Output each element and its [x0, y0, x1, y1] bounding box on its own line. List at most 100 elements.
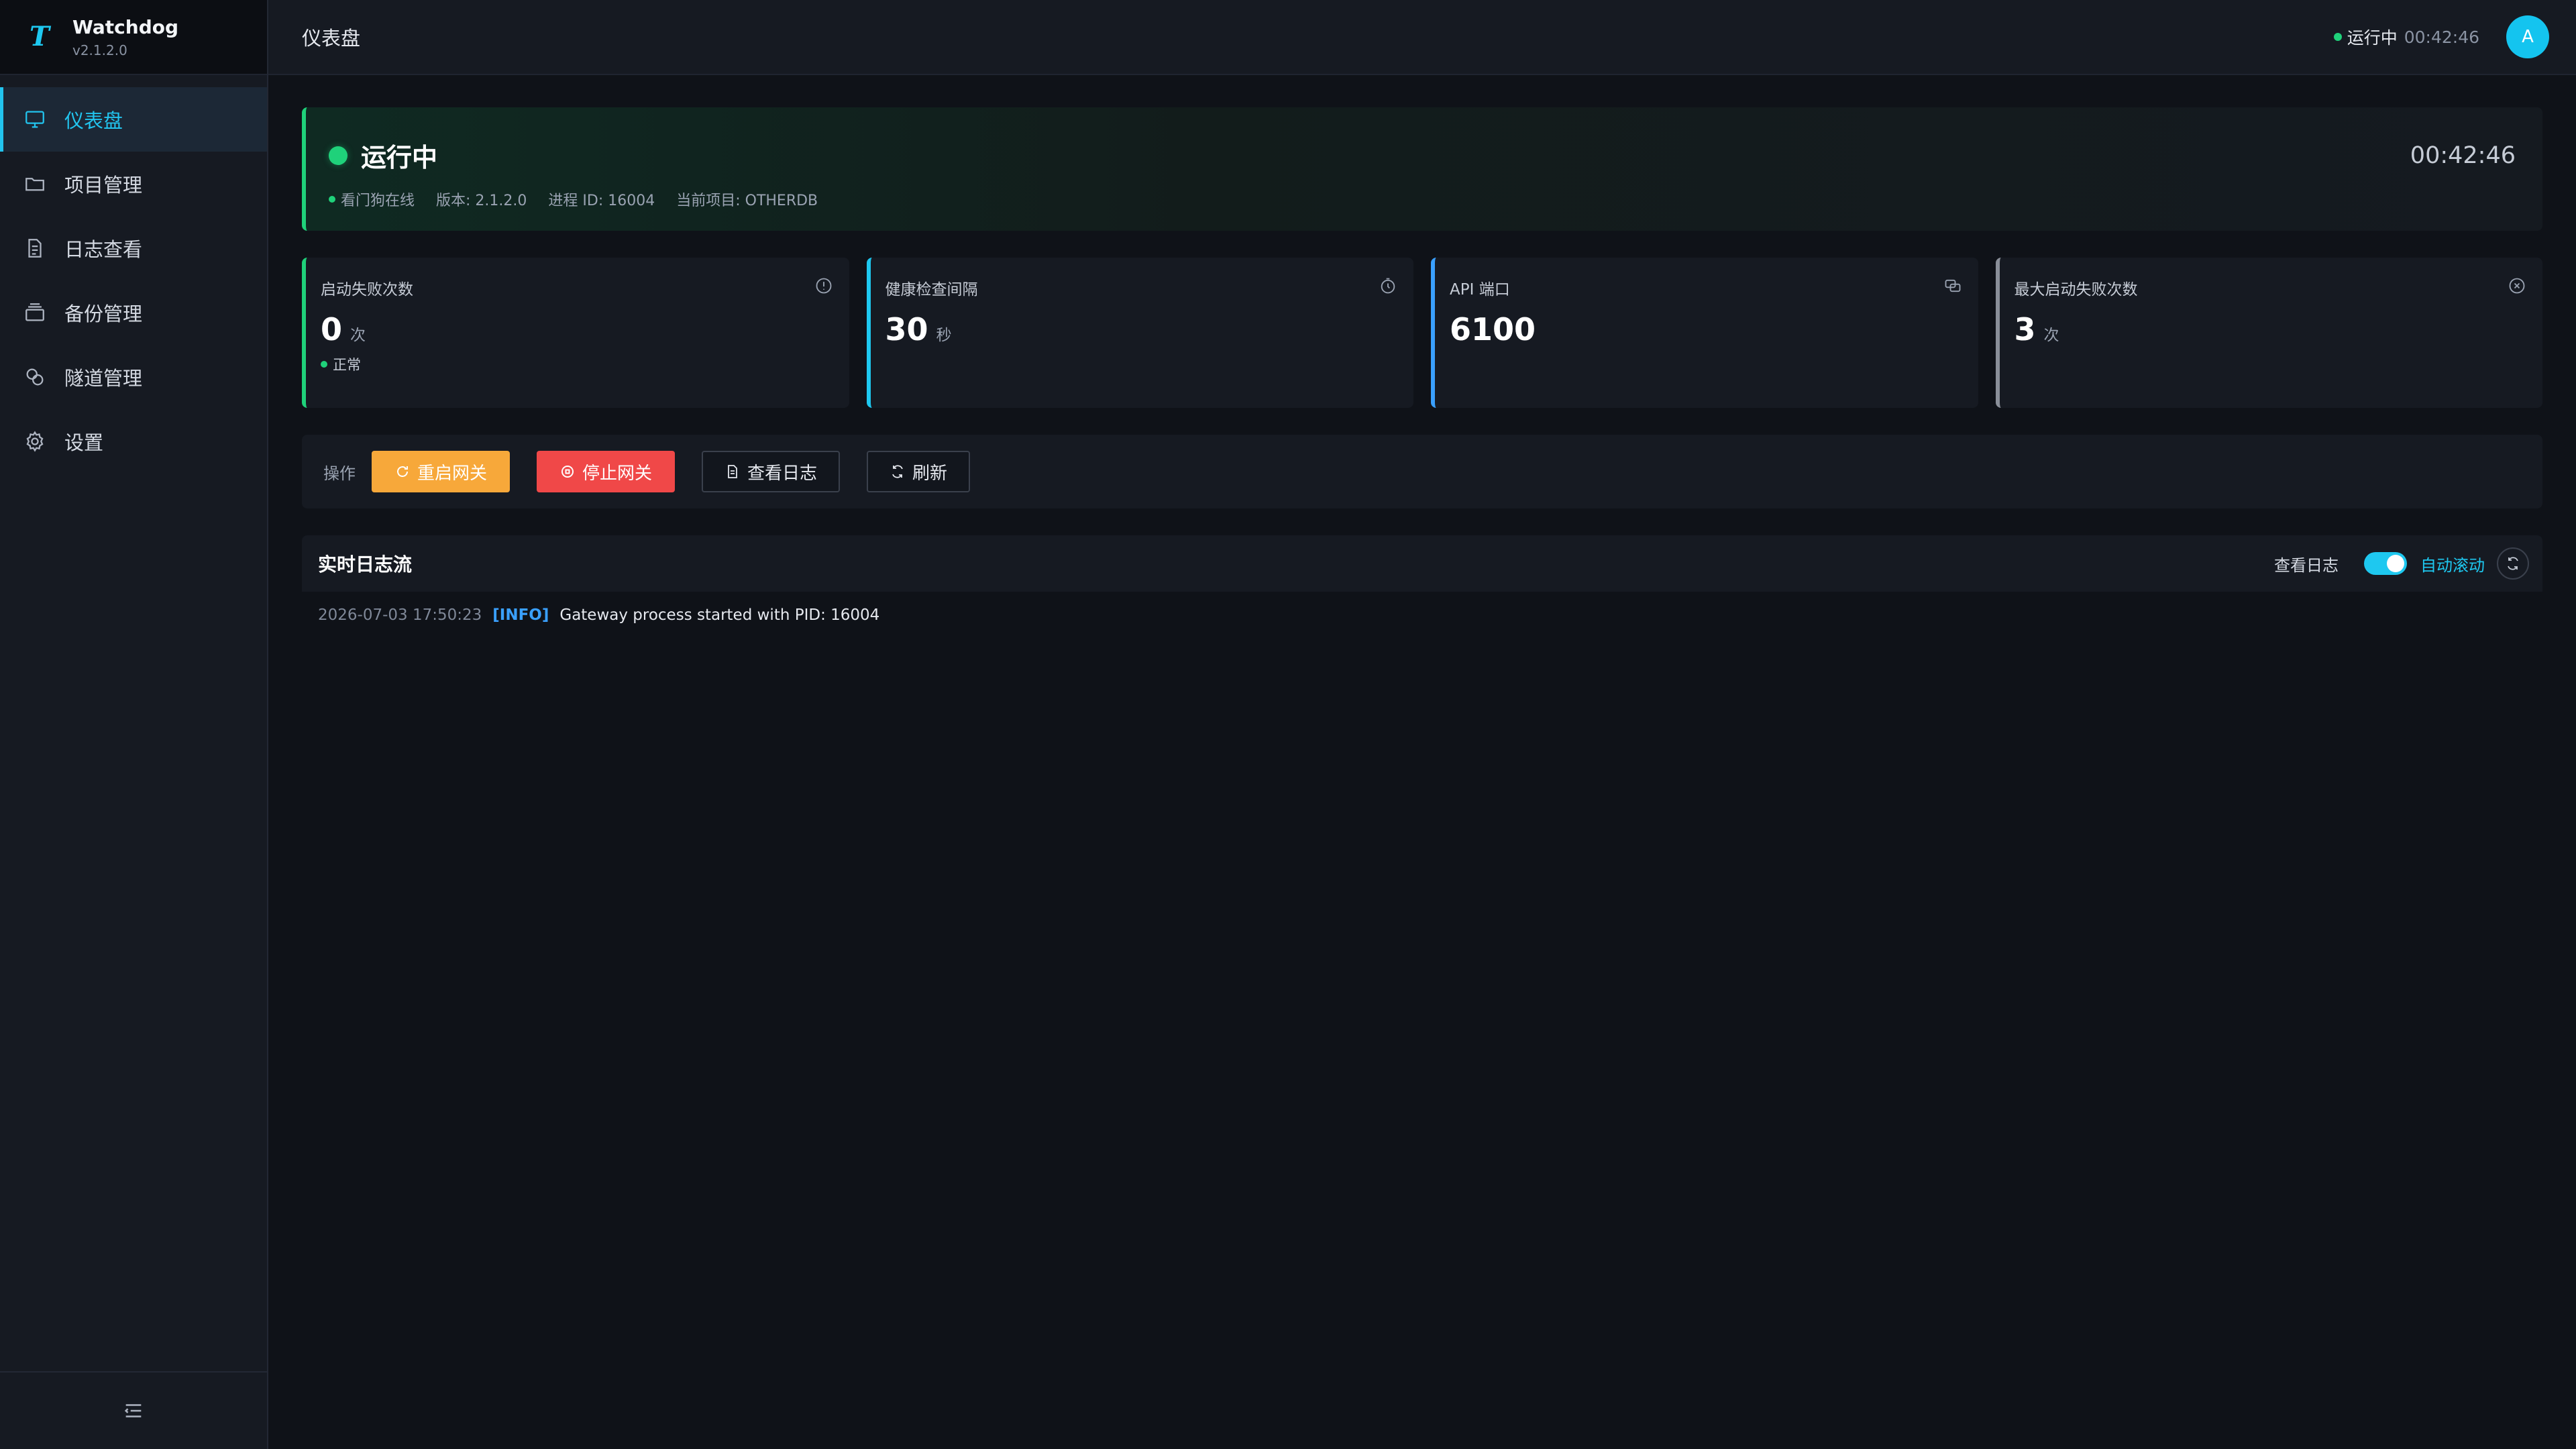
- restart-gateway-button[interactable]: 重启网关: [372, 451, 510, 492]
- stats-row: 启动失败次数 0 次 正常 健康检查间隔 30 秒 API 端口 6100 最大…: [302, 258, 2542, 408]
- brand-text: Watchdog v2.1.2.0: [72, 16, 178, 58]
- brand-name: Watchdog: [72, 15, 179, 38]
- log-panel: 实时日志流 查看日志 自动滚动 2026-07-03 17:50:23 [INF…: [302, 535, 2542, 639]
- stat-card-start-failures: 启动失败次数 0 次 正常: [302, 258, 849, 408]
- current-project: 当前项目: OTHERDB: [676, 193, 818, 209]
- view-logs-label: 查看日志: [747, 463, 817, 484]
- stat-label: 启动失败次数: [321, 281, 413, 299]
- archive-icon: [23, 301, 47, 325]
- pid-text: 进程 ID: 16004: [548, 193, 655, 209]
- collapse-menu-icon[interactable]: [120, 1397, 147, 1424]
- normal-dot: [321, 361, 327, 368]
- status-title: 运行中: [361, 143, 438, 172]
- link-icon: [23, 365, 47, 389]
- sidebar-footer: [0, 1371, 267, 1449]
- view-logs-link[interactable]: 查看日志: [2274, 552, 2339, 576]
- status-meta: 看门狗在线 版本: 2.1.2.0 进程 ID: 16004 当前项目: OTH…: [329, 189, 2518, 210]
- sidebar-item-label: 隧道管理: [64, 367, 143, 390]
- watchdog-status: 看门狗在线: [341, 193, 415, 209]
- refresh-button[interactable]: 刷新: [867, 451, 970, 492]
- actions-bar: 操作 重启网关 停止网关 查看日志 刷新: [302, 435, 2542, 508]
- stat-unit: 秒: [936, 327, 952, 344]
- sidebar-item-settings[interactable]: 设置: [0, 409, 267, 474]
- stop-icon: [561, 466, 574, 478]
- sidebar-item-tunnels[interactable]: 隧道管理: [0, 345, 267, 409]
- header-uptime: 00:42:46: [2404, 27, 2479, 47]
- log-level: [INFO]: [492, 606, 549, 624]
- stat-value: 30: [885, 311, 928, 347]
- sidebar-item-dashboard[interactable]: 仪表盘: [0, 87, 267, 152]
- sidebar: T Watchdog v2.1.2.0 仪表盘 项目管理 日志查看 备份管理 隧…: [0, 0, 268, 1449]
- status-card: 运行中 00:42:46 看门狗在线 版本: 2.1.2.0 进程 ID: 16…: [302, 107, 2542, 231]
- stat-value: 6100: [1450, 311, 1536, 347]
- view-logs-button[interactable]: 查看日志: [702, 451, 840, 492]
- sidebar-item-backups[interactable]: 备份管理: [0, 280, 267, 345]
- stat-label: 健康检查间隔: [885, 281, 978, 299]
- log-body: 2026-07-03 17:50:23 [INFO] Gateway proce…: [302, 592, 2542, 639]
- log-line: 2026-07-03 17:50:23 [INFO] Gateway proce…: [318, 606, 2526, 624]
- link-icon: [1943, 276, 1962, 295]
- header-status-text: 运行中: [2347, 28, 2398, 48]
- stat-value: 3: [2014, 311, 2036, 347]
- sidebar-nav: 仪表盘 项目管理 日志查看 备份管理 隧道管理 设置: [0, 87, 267, 474]
- stat-unit: 次: [2043, 327, 2059, 344]
- restart-icon: [397, 466, 408, 477]
- brand-version: v2.1.2.0: [72, 42, 127, 58]
- info-icon: [814, 276, 833, 295]
- version-text: 版本: 2.1.2.0: [436, 193, 527, 209]
- sidebar-item-projects[interactable]: 项目管理: [0, 152, 267, 216]
- stat-value-row: 30 秒: [885, 311, 1398, 347]
- stat-value: 0: [321, 311, 343, 347]
- app-root: T Watchdog v2.1.2.0 仪表盘 项目管理 日志查看 备份管理 隧…: [0, 0, 2576, 1449]
- status-row: 运行中: [329, 137, 2518, 174]
- log-controls: 查看日志 自动滚动: [2274, 547, 2529, 580]
- document-icon: [728, 465, 737, 478]
- monitor-icon: [23, 107, 47, 131]
- log-refresh-button[interactable]: [2497, 547, 2529, 580]
- timer-icon: [1379, 276, 1397, 295]
- avatar[interactable]: A: [2506, 15, 2549, 58]
- top-header: 仪表盘 运行中 00:42:46 A: [268, 0, 2576, 75]
- stop-label: 停止网关: [582, 463, 652, 484]
- stat-card-health-interval: 健康检查间隔 30 秒: [866, 258, 1413, 408]
- status-dot: [2333, 33, 2342, 41]
- log-message: Gateway process started with PID: 16004: [559, 606, 880, 624]
- main-content: 运行中 00:42:46 看门狗在线 版本: 2.1.2.0 进程 ID: 16…: [302, 107, 2542, 639]
- gear-icon: [23, 429, 47, 453]
- sidebar-item-logs[interactable]: 日志查看: [0, 216, 267, 280]
- folder-icon: [23, 172, 47, 196]
- log-header: 实时日志流 查看日志 自动滚动: [302, 535, 2542, 592]
- brand-logo: T: [30, 21, 50, 52]
- stat-card-api-port: API 端口 6100: [1431, 258, 1978, 408]
- page-title: 仪表盘: [302, 27, 361, 50]
- header-status: 运行中 00:42:46 A: [2333, 15, 2549, 58]
- close-circle-icon: [2508, 276, 2526, 295]
- stat-unit: 次: [350, 327, 366, 344]
- restart-label: 重启网关: [417, 463, 487, 484]
- stop-gateway-button[interactable]: 停止网关: [537, 451, 675, 492]
- stat-label: API 端口: [1450, 281, 1510, 299]
- sidebar-item-label: 项目管理: [64, 174, 143, 197]
- sidebar-item-label: 仪表盘: [64, 109, 123, 132]
- running-indicator: [329, 146, 347, 165]
- auto-scroll-toggle[interactable]: [2364, 552, 2407, 575]
- stat-note: 正常: [321, 354, 833, 374]
- status-uptime: 00:42:46: [2410, 142, 2516, 169]
- watchdog-dot: [329, 196, 335, 203]
- actions-label: 操作: [323, 464, 356, 483]
- stat-note-text: 正常: [333, 357, 361, 373]
- log-title: 实时日志流: [318, 553, 413, 576]
- stat-value-row: 0 次: [321, 311, 833, 347]
- brand[interactable]: T Watchdog v2.1.2.0: [0, 0, 267, 75]
- auto-scroll-label: 自动滚动: [2420, 555, 2485, 575]
- stat-label: 最大启动失败次数: [2014, 281, 2138, 299]
- stat-card-max-failures: 最大启动失败次数 3 次: [1995, 258, 2542, 408]
- sidebar-item-label: 日志查看: [64, 238, 143, 261]
- stat-value-row: 6100: [1450, 311, 1962, 347]
- sidebar-item-label: 备份管理: [64, 303, 143, 325]
- refresh-label: 刷新: [912, 463, 947, 484]
- refresh-icon: [892, 465, 903, 478]
- refresh-icon: [2508, 557, 2518, 570]
- sidebar-item-label: 设置: [64, 431, 104, 454]
- stat-value-row: 3 次: [2015, 311, 2527, 347]
